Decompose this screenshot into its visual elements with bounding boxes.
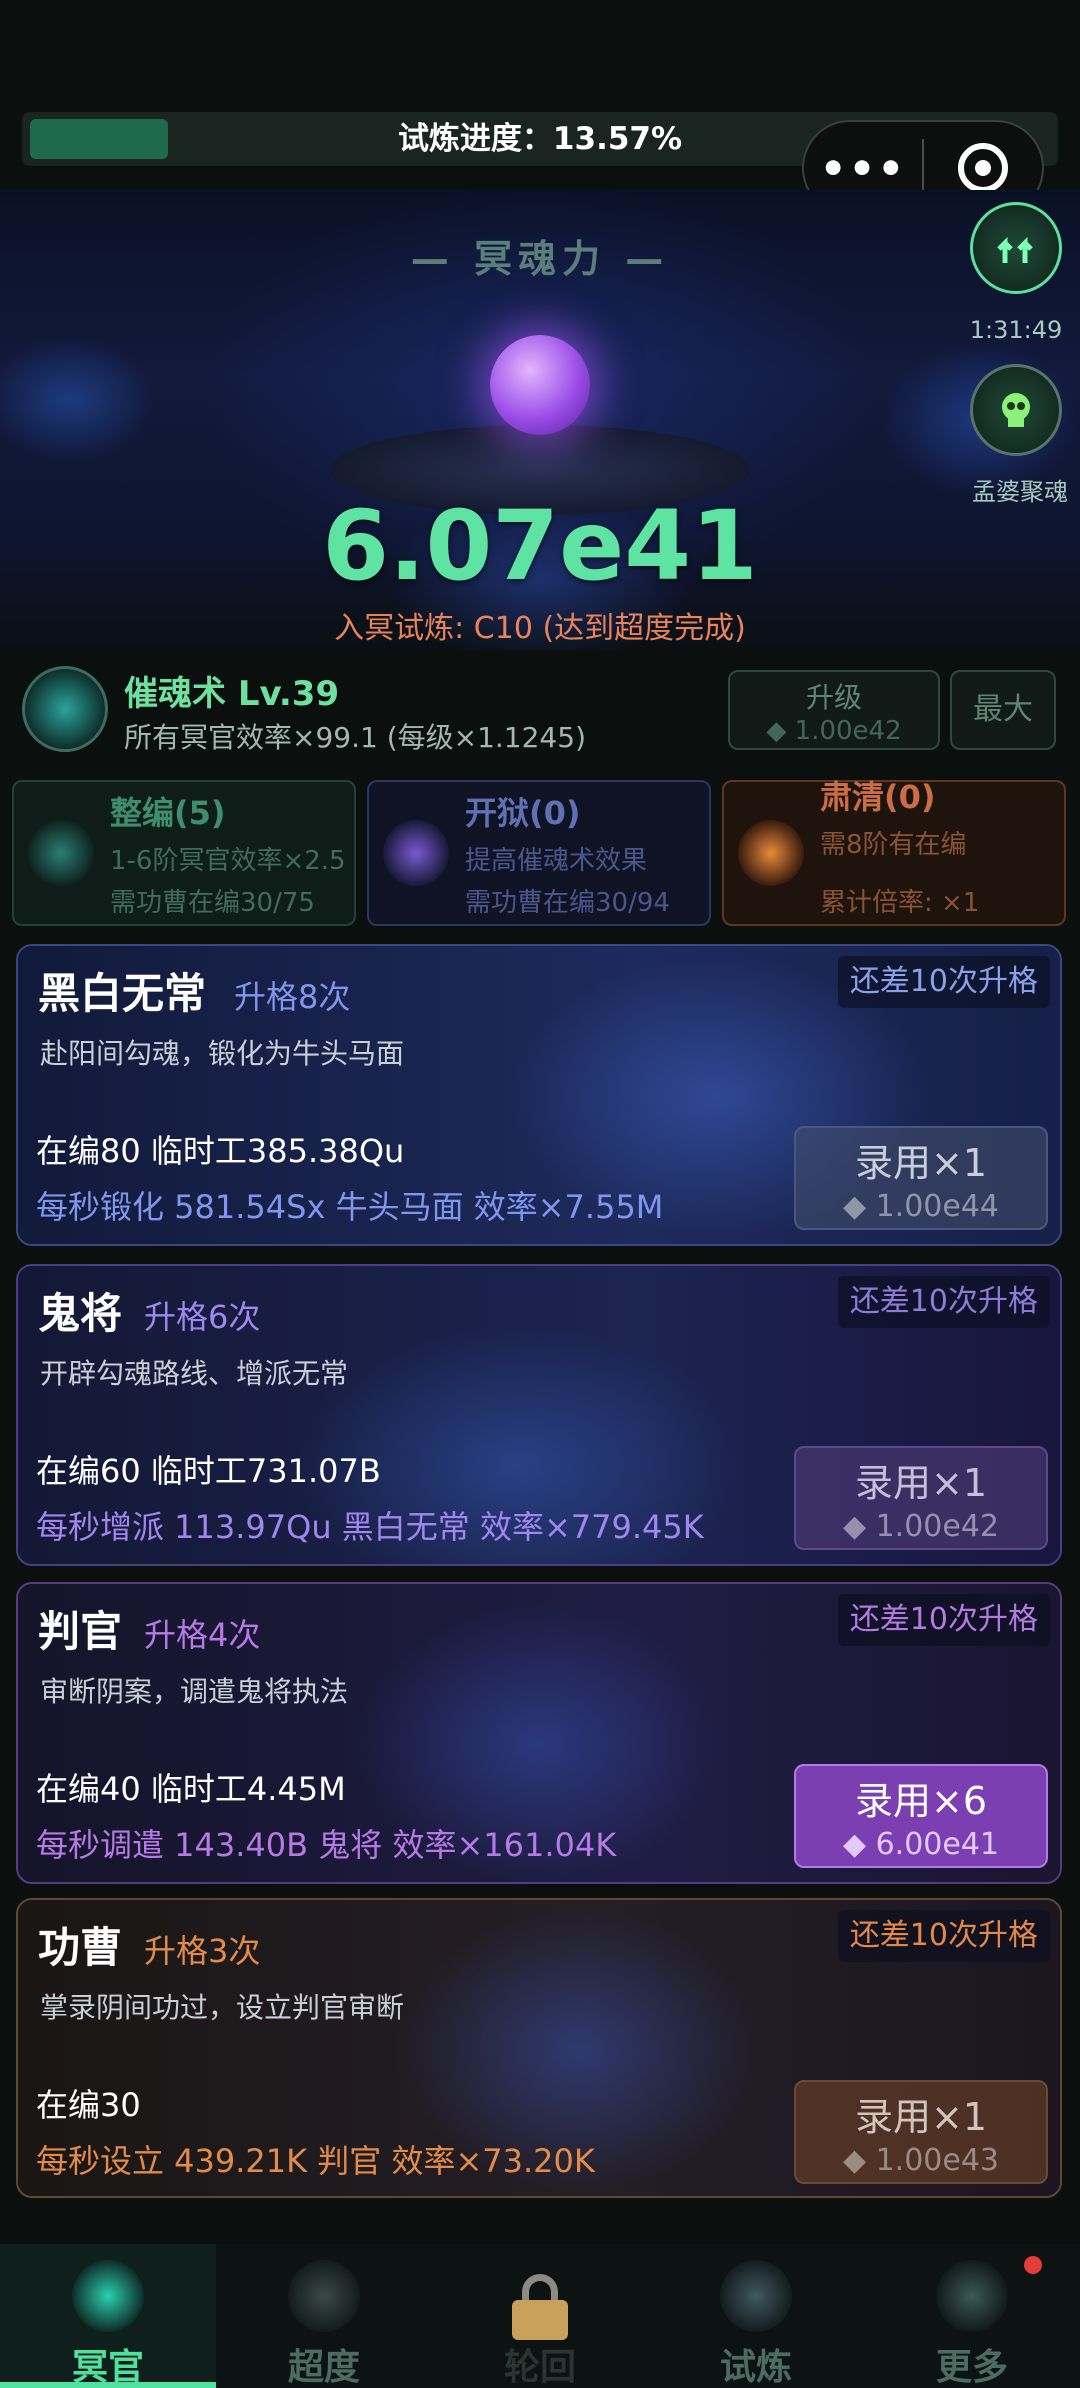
- soul-power-value: 6.07e41: [322, 490, 758, 602]
- pagoda-icon: [288, 2260, 360, 2332]
- reorganize-line1: 1-6阶冥官效率×2.5: [110, 846, 346, 876]
- max-button[interactable]: 最大: [950, 670, 1056, 750]
- official-name: 判官: [38, 1607, 123, 1656]
- upgrade-label: 升级: [805, 681, 862, 714]
- official-rate: 每秒调遣 143.40B 鬼将 效率×161.04K: [36, 1826, 617, 1864]
- official-grade: 升格4次: [144, 1616, 261, 1654]
- hire-button[interactable]: 录用×1 ◆ 1.00e44: [794, 1126, 1048, 1230]
- purge-line2: 累计倍率: ×1: [820, 888, 980, 918]
- official-desc: 开辟勾魂路线、增派无常: [40, 1357, 349, 1390]
- open-prison-line2: 需功曹在编30/94: [465, 888, 670, 918]
- grade-remaining: 还差10次升格: [837, 956, 1050, 1008]
- tab-salvation[interactable]: 超度: [216, 2244, 432, 2388]
- hire-label: 录用×1: [854, 2095, 988, 2139]
- tab-label: 轮回: [503, 2347, 576, 2388]
- trial-status: 入冥试炼: C10 (达到超度完成): [334, 611, 746, 646]
- grade-remaining: 还差10次升格: [837, 1910, 1050, 1962]
- notification-dot: [1024, 2256, 1042, 2274]
- close-button[interactable]: [924, 143, 1042, 193]
- soul-skill-icon: [22, 666, 108, 752]
- upgrade-cost: ◆ 1.00e42: [766, 716, 902, 746]
- tab-label: 超度: [287, 2347, 360, 2388]
- official-grade: 升格6次: [144, 1298, 261, 1336]
- purge-flame-icon: [738, 820, 804, 886]
- hire-cost: ◆ 6.00e41: [842, 1827, 1000, 1862]
- reorganize-icon: [28, 820, 94, 886]
- tab-label: 冥官: [71, 2347, 144, 2388]
- lock-icon: [512, 2274, 568, 2340]
- official-desc: 赴阳间勾魂，锻化为牛头马面: [40, 1037, 405, 1070]
- official-card-panguan: 判官 升格4次 还差10次升格 审断阴案，调遣鬼将执法 在编40 临时工4.45…: [16, 1582, 1062, 1884]
- reorganize-title: 整编(5): [110, 794, 226, 832]
- meng-po-button[interactable]: [970, 364, 1062, 456]
- meng-po-label: 孟婆聚魂: [972, 478, 1068, 506]
- official-staff: 在编40 临时工4.45M: [36, 1770, 346, 1808]
- hire-button[interactable]: 录用×6 ◆ 6.00e41: [794, 1764, 1048, 1868]
- upgrade-button[interactable]: 升级 ◆ 1.00e42: [728, 670, 940, 750]
- tab-label: 试炼: [719, 2347, 792, 2388]
- hire-cost: ◆ 1.00e43: [842, 2143, 1000, 2178]
- official-card-guijiang: 鬼将 升格6次 还差10次升格 开辟勾魂路线、增派无常 在编60 临时工731.…: [16, 1264, 1062, 1566]
- skill-desc: 所有冥官效率×99.1 (每级×1.1245): [124, 721, 586, 754]
- reorganize-box[interactable]: 整编(5) 1-6阶冥官效率×2.5 需功曹在编30/75: [12, 780, 356, 926]
- soul-orb[interactable]: [490, 335, 590, 435]
- purge-box[interactable]: 肃清(0) 需8阶有在编 累计倍率: ×1: [722, 778, 1066, 926]
- more-menu-button[interactable]: •••: [804, 144, 922, 193]
- tab-trial[interactable]: 试炼: [648, 2244, 864, 2388]
- bottom-nav: 冥官 超度 轮回 试炼 更多: [0, 2244, 1080, 2388]
- official-name: 黑白无常: [38, 969, 207, 1018]
- official-grade: 升格3次: [144, 1932, 261, 1970]
- official-rate: 每秒设立 439.21K 判官 效率×73.20K: [36, 2142, 595, 2180]
- hire-cost: ◆ 1.00e42: [842, 1509, 1000, 1544]
- open-prison-line1: 提高催魂术效果: [465, 846, 648, 876]
- reorganize-line2: 需功曹在编30/75: [110, 888, 315, 918]
- hire-button[interactable]: 录用×1 ◆ 1.00e42: [794, 1446, 1048, 1550]
- tab-more[interactable]: 更多: [864, 2244, 1080, 2388]
- official-card-heibai: 黑白无常 升格8次 还差10次升格 赴阳间勾魂，锻化为牛头马面 在编80 临时工…: [16, 944, 1062, 1246]
- hire-label: 录用×1: [854, 1141, 988, 1185]
- open-prison-box[interactable]: 开狱(0) 提高催魂术效果 需功曹在编30/94: [367, 780, 711, 926]
- hire-button[interactable]: 录用×1 ◆ 1.00e43: [794, 2080, 1048, 2184]
- official-name: 功曹: [38, 1923, 123, 1972]
- official-rate: 每秒增派 113.97Qu 黑白无常 效率×779.45K: [36, 1508, 704, 1546]
- purge-title: 肃清(0): [820, 778, 936, 816]
- open-prison-title: 开狱(0): [465, 794, 581, 832]
- skill-name: 催魂术 Lv.39: [124, 674, 340, 714]
- boost-button[interactable]: [970, 202, 1062, 294]
- official-staff: 在编30: [36, 2086, 141, 2124]
- purge-line1: 需8阶有在编: [820, 830, 967, 860]
- tab-officials[interactable]: 冥官: [0, 2244, 216, 2388]
- open-prison-icon: [383, 820, 449, 886]
- grade-remaining: 还差10次升格: [837, 1276, 1050, 1328]
- skull-icon: [1002, 393, 1030, 427]
- double-arrow-up-icon: [997, 236, 1033, 263]
- official-grade: 升格8次: [234, 978, 351, 1016]
- ghost-official-icon: [72, 2260, 144, 2332]
- official-card-gongcao: 功曹 升格3次 还差10次升格 掌录阴间功过，设立判官审断 在编30 每秒设立 …: [16, 1898, 1062, 2198]
- tab-reincarnation[interactable]: 轮回: [432, 2244, 648, 2388]
- boost-timer: 1:31:49: [969, 316, 1063, 344]
- hire-label: 录用×6: [854, 1779, 988, 1823]
- tab-label: 更多: [935, 2347, 1008, 2388]
- official-name: 鬼将: [38, 1289, 123, 1338]
- trial-flame-icon: [720, 2260, 792, 2332]
- soul-urging-skill: 催魂术 Lv.39 所有冥官效率×99.1 (每级×1.1245) 升级 ◆ 1…: [0, 660, 1080, 760]
- official-rate: 每秒锻化 581.54Sx 牛头马面 效率×7.55M: [36, 1188, 664, 1226]
- target-icon: [957, 143, 1008, 193]
- soul-power-panel: — 冥魂力 — 6.07e41 入冥试炼: C10 (达到超度完成): [0, 190, 1080, 650]
- grade-remaining: 还差10次升格: [837, 1594, 1050, 1646]
- official-staff: 在编60 临时工731.07B: [36, 1452, 381, 1490]
- official-desc: 掌录阴间功过，设立判官审断: [40, 1991, 405, 2024]
- soul-power-title: — 冥魂力 —: [410, 237, 670, 281]
- official-desc: 审断阴案，调遣鬼将执法: [40, 1675, 349, 1708]
- hire-cost: ◆ 1.00e44: [842, 1189, 1000, 1224]
- hire-label: 录用×1: [854, 1461, 988, 1505]
- more-emblem-icon: [936, 2260, 1008, 2332]
- official-staff: 在编80 临时工385.38Qu: [36, 1132, 405, 1170]
